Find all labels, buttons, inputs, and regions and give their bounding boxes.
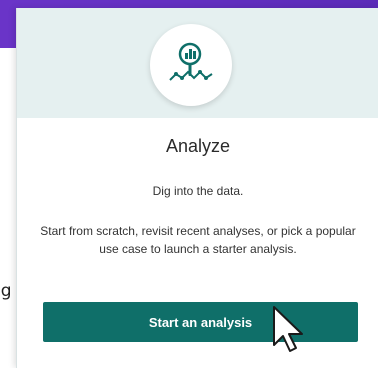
card-title: Analyze bbox=[165, 136, 231, 156]
start-analysis-button[interactable]: Start an analysis bbox=[43, 302, 358, 342]
analytics-magnifier-icon bbox=[150, 24, 232, 106]
background-text-fragment: ng bbox=[0, 281, 12, 301]
mouse-cursor-icon bbox=[273, 306, 303, 352]
analyze-card: Analyze Dig into the data. Start from sc… bbox=[16, 8, 378, 368]
card-description: Start from scratch, revisit recent analy… bbox=[40, 224, 356, 256]
card-subtitle: Dig into the data. bbox=[152, 184, 244, 198]
card-header bbox=[17, 8, 378, 118]
